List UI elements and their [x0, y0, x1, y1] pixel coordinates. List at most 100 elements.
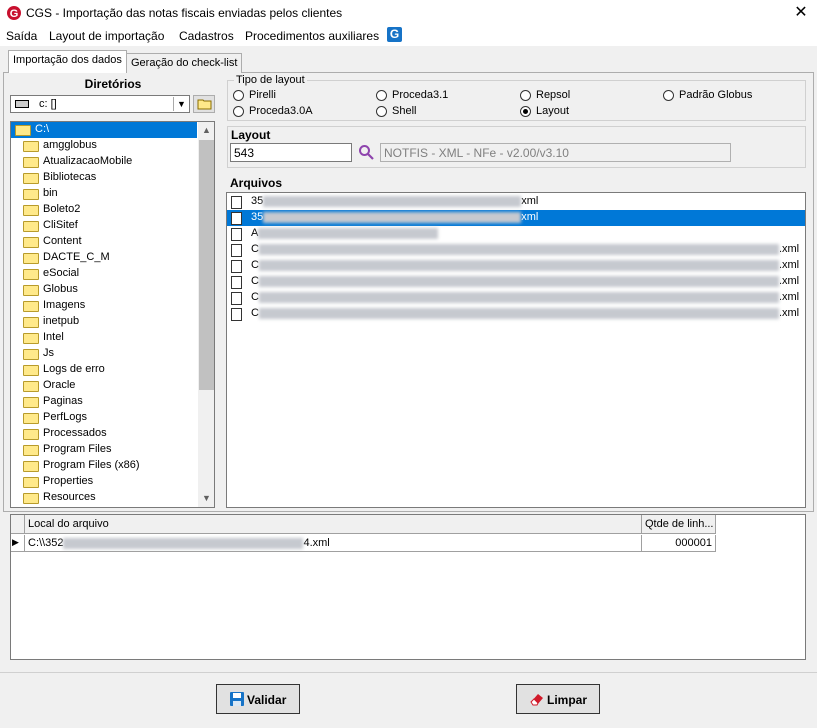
validar-button[interactable]: Validar — [216, 684, 300, 714]
file-item[interactable]: 35 xml — [227, 210, 805, 226]
drive-select[interactable]: c: [] ▼ — [10, 95, 190, 113]
dir-item-root[interactable]: C:\ — [11, 122, 197, 138]
dir-item[interactable]: CliSitef — [11, 218, 199, 234]
dir-label: Js — [43, 347, 54, 359]
folder-icon — [23, 493, 39, 504]
dir-item[interactable]: Imagens — [11, 298, 199, 314]
files-label: Arquivos — [230, 176, 283, 190]
layout-label: Layout — [231, 128, 271, 142]
dir-label: Bibliotecas — [43, 171, 97, 183]
dir-label: PerfLogs — [43, 411, 88, 423]
dir-item[interactable]: bin — [11, 186, 199, 202]
file-icon — [231, 212, 242, 225]
folder-icon — [23, 461, 39, 472]
file-item[interactable]: C .xml — [227, 242, 805, 258]
scroll-thumb[interactable] — [199, 140, 214, 390]
grid-header-local[interactable]: Local do arquivo — [25, 515, 642, 534]
grid-header-qtde[interactable]: Qtde de linh... — [642, 515, 716, 534]
redacted-text — [263, 211, 522, 223]
folder-icon — [23, 349, 39, 360]
menu-procedimentos-auxiliares[interactable]: Procedimentos auxiliares — [245, 29, 379, 43]
menu-saida[interactable]: Saída — [6, 29, 37, 43]
drive-icon — [15, 100, 29, 108]
directory-list[interactable]: C:\ amgglobus AtualizacaoMobile Biblioteca… — [10, 121, 215, 508]
menu-cadastros[interactable]: Cadastros — [179, 29, 234, 43]
close-icon[interactable]: ✕ — [790, 2, 812, 24]
dir-item[interactable]: Bibliotecas — [11, 170, 199, 186]
dir-item[interactable]: Boleto2 — [11, 202, 199, 218]
chevron-down-icon[interactable]: ▼ — [173, 97, 189, 111]
scroll-up-icon[interactable]: ▲ — [198, 122, 214, 139]
file-icon — [231, 260, 242, 273]
row-indicator-icon: ▶ — [11, 535, 25, 552]
dir-item[interactable]: Logs de erro — [11, 362, 199, 378]
globus-logo-icon[interactable]: G — [387, 27, 402, 42]
tab-geracao-check-list[interactable]: Geração do check-list — [126, 53, 243, 73]
dir-item[interactable]: Program Files — [11, 442, 199, 458]
limpar-label: Limpar — [547, 693, 588, 707]
dir-label: Boleto2 — [43, 203, 81, 215]
radio-circle-icon[interactable] — [233, 106, 244, 117]
file-item[interactable]: C .xml — [227, 290, 805, 306]
folder-icon — [23, 189, 39, 200]
directory-scrollbar[interactable]: ▲ ▼ — [198, 122, 214, 507]
dir-label: C:\ — [35, 123, 50, 135]
radio-circle-icon[interactable] — [520, 90, 531, 101]
radio-circle-icon[interactable] — [663, 90, 674, 101]
dir-item[interactable]: DACTE_C_M — [11, 250, 199, 266]
file-name: 35 xml — [251, 211, 539, 223]
dir-label: Resources — [43, 491, 96, 503]
menu-layout-importacao[interactable]: Layout de importação — [49, 29, 164, 43]
grid-cell-local[interactable]: C:\\352 4.xml — [25, 535, 642, 552]
radio-circle-icon[interactable] — [376, 106, 387, 117]
dir-item[interactable]: Globus — [11, 282, 199, 298]
dir-item[interactable]: Paginas — [11, 394, 199, 410]
limpar-button[interactable]: Limpar — [516, 684, 600, 714]
folder-icon — [23, 237, 39, 248]
file-item[interactable]: A — [227, 226, 805, 242]
redacted-text — [258, 243, 779, 255]
file-item[interactable]: 35 xml — [227, 194, 805, 210]
dir-item[interactable]: Oracle — [11, 378, 199, 394]
folder-icon — [23, 317, 39, 328]
grid-cell-count[interactable]: 000001 — [642, 535, 716, 552]
dir-label: Program Files — [43, 443, 112, 455]
file-name: A — [251, 227, 439, 239]
radio-circle-icon[interactable] — [376, 90, 387, 101]
search-icon[interactable] — [358, 144, 374, 160]
dir-item[interactable]: PerfLogs — [11, 410, 199, 426]
radio-circle-icon[interactable] — [520, 106, 531, 117]
dir-item[interactable]: eSocial — [11, 266, 199, 282]
dir-item[interactable]: Properties — [11, 474, 199, 490]
open-folder-icon — [15, 125, 31, 136]
dir-label: Paginas — [43, 395, 83, 407]
file-name: C .xml — [251, 243, 800, 255]
dir-item[interactable]: Resources — [11, 490, 199, 506]
dir-item[interactable]: Content — [11, 234, 199, 250]
redacted-text — [258, 259, 779, 271]
redacted-text — [258, 291, 779, 303]
dir-item[interactable]: inetpub — [11, 314, 199, 330]
file-item[interactable]: C .xml — [227, 258, 805, 274]
file-name: C .xml — [251, 307, 800, 319]
dir-label: inetpub — [43, 315, 80, 327]
tab-importacao-dados[interactable]: Importação dos dados — [8, 50, 127, 73]
dir-item[interactable]: Program Files (x86) — [11, 458, 199, 474]
file-item[interactable]: C .xml — [227, 306, 805, 322]
dir-label: Oracle — [43, 379, 76, 391]
files-grid[interactable]: Local do arquivo Qtde de linh... ▶ C:\\3… — [10, 514, 806, 660]
dir-item[interactable]: amgglobus — [11, 138, 199, 154]
dir-item[interactable]: Processados — [11, 426, 199, 442]
files-list[interactable]: 35 xml 35 xml A C .xml C .xml C .xml C .xml C .xml — [226, 192, 806, 508]
dir-item[interactable]: Js — [11, 346, 199, 362]
open-folder-button[interactable] — [193, 95, 215, 113]
radio-circle-icon[interactable] — [233, 90, 244, 101]
path-suffix: 4.xml — [303, 537, 330, 549]
dir-label: Program Files (x86) — [43, 459, 140, 471]
scroll-down-icon[interactable]: ▼ — [198, 490, 214, 507]
layout-code-input[interactable]: 543 — [230, 143, 352, 162]
dir-item[interactable]: Intel — [11, 330, 199, 346]
dir-item[interactable]: AtualizacaoMobile — [11, 154, 199, 170]
file-item[interactable]: C .xml — [227, 274, 805, 290]
folder-icon — [23, 429, 39, 440]
